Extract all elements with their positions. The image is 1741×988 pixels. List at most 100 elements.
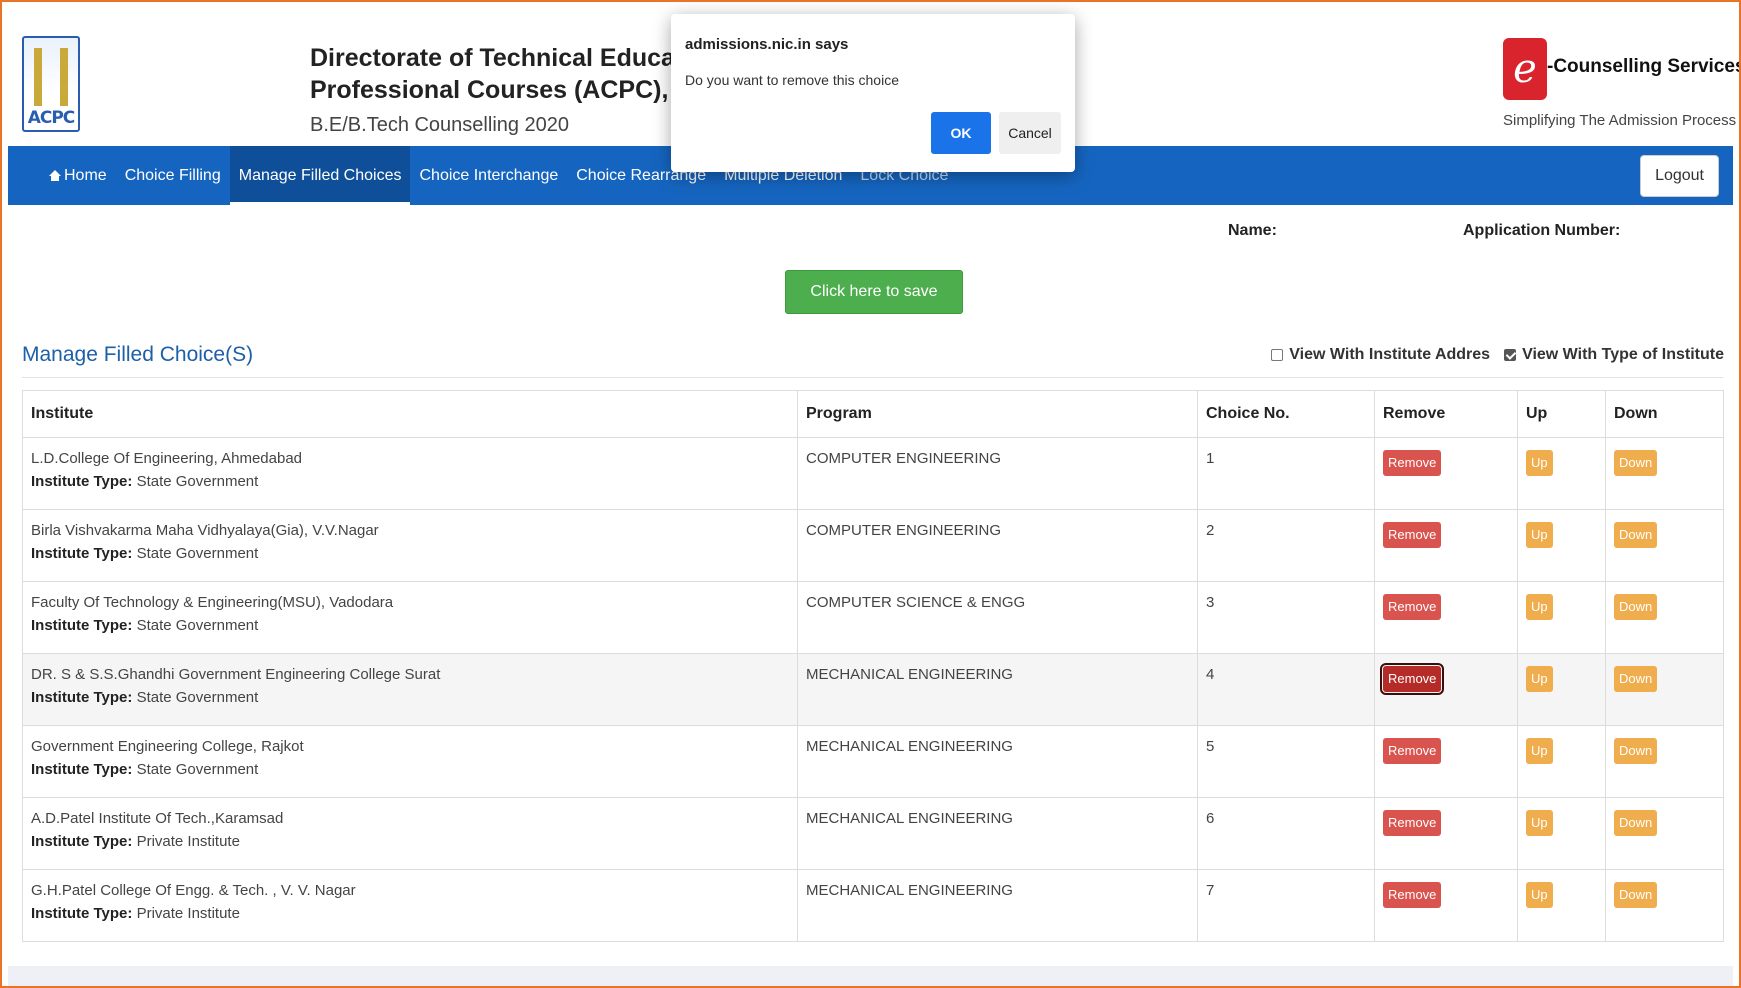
down-cell: Down	[1605, 797, 1724, 870]
view-type-option[interactable]: View With Type of Institute	[1504, 346, 1724, 364]
section-title: Manage Filled Choice(S)	[22, 343, 254, 366]
up-button[interactable]: Up	[1526, 522, 1553, 548]
view-address-option[interactable]: View With Institute Addres	[1271, 346, 1490, 364]
up-button[interactable]: Up	[1526, 666, 1553, 692]
choice-no-cell: 5	[1197, 725, 1375, 798]
institute-cell: Birla Vishvakarma Maha Vidhyalaya(Gia), …	[22, 509, 798, 582]
table-row: A.D.Patel Institute Of Tech.,Karamsad In…	[22, 797, 1724, 870]
acpc-logo: ACPC	[22, 36, 80, 132]
institute-cell: Faculty Of Technology & Engineering(MSU)…	[22, 581, 798, 654]
institute-name: Birla Vishvakarma Maha Vidhyalaya(Gia), …	[31, 522, 379, 539]
up-cell: Up	[1517, 797, 1606, 870]
institute-name: Government Engineering College, Rajkot	[31, 738, 304, 755]
institute-type-value: State Government	[136, 761, 259, 778]
view-type-checkbox[interactable]	[1504, 349, 1517, 361]
institute-name: L.D.College Of Engineering, Ahmedabad	[31, 450, 303, 467]
down-button[interactable]: Down	[1614, 810, 1658, 836]
up-cell: Up	[1517, 725, 1606, 798]
institute-type-value: State Government	[136, 617, 259, 634]
institute-type-label: Institute Type:	[31, 545, 133, 562]
institute-type-label: Institute Type:	[31, 473, 133, 490]
program-cell: MECHANICAL ENGINEERING	[797, 869, 1198, 942]
institute-type: Institute Type: State Government	[31, 473, 789, 490]
program-cell: MECHANICAL ENGINEERING	[797, 653, 1198, 726]
down-button[interactable]: Down	[1614, 594, 1658, 620]
institute-cell: A.D.Patel Institute Of Tech.,Karamsad In…	[22, 797, 798, 870]
view-address-checkbox[interactable]	[1271, 349, 1284, 361]
down-cell: Down	[1605, 437, 1724, 510]
down-cell: Down	[1605, 725, 1724, 798]
institute-name: G.H.Patel College Of Engg. & Tech. , V. …	[31, 882, 356, 899]
up-button[interactable]: Up	[1526, 594, 1553, 620]
institute-type-value: State Government	[136, 473, 259, 490]
e-logo-icon: e	[1503, 38, 1547, 100]
nav-item-choice-filling[interactable]: Choice Filling	[116, 146, 230, 205]
table-header-row: Institute Program Choice No. Remove Up D…	[22, 390, 1724, 438]
remove-cell: Remove	[1374, 437, 1518, 510]
program-cell: MECHANICAL ENGINEERING	[797, 725, 1198, 798]
save-changes-button[interactable]: Click here to save changes	[785, 270, 963, 342]
down-cell: Down	[1605, 509, 1724, 582]
table-row: Birla Vishvakarma Maha Vidhyalaya(Gia), …	[22, 509, 1724, 582]
institute-type-label: Institute Type:	[31, 617, 133, 634]
confirm-dialog: admissions.nic.in says Do you want to re…	[671, 14, 1075, 172]
table-body: L.D.College Of Engineering, Ahmedabad In…	[22, 437, 1724, 942]
institute-name: A.D.Patel Institute Of Tech.,Karamsad	[31, 810, 284, 827]
down-cell: Down	[1605, 869, 1724, 942]
remove-button[interactable]: Remove	[1383, 594, 1442, 620]
institute-type-label: Institute Type:	[31, 761, 133, 778]
logout-button[interactable]: Logout	[1640, 155, 1719, 197]
institute-type: Institute Type: State Government	[31, 689, 789, 706]
up-cell: Up	[1517, 437, 1606, 510]
choice-no-cell: 6	[1197, 797, 1375, 870]
remove-button[interactable]: Remove	[1383, 810, 1442, 836]
dialog-cancel-button[interactable]: Cancel	[999, 112, 1061, 154]
institute-type-value: Private Institute	[136, 833, 240, 850]
header-choice-no: Choice No.	[1197, 390, 1375, 438]
remove-button[interactable]: Remove	[1383, 450, 1442, 476]
header-up: Up	[1517, 390, 1606, 438]
nav-item-label: Home	[64, 167, 107, 184]
up-button[interactable]: Up	[1526, 882, 1553, 908]
remove-button[interactable]: Remove	[1383, 882, 1442, 908]
institute-type-value: Private Institute	[136, 905, 240, 922]
table-row: G.H.Patel College Of Engg. & Tech. , V. …	[22, 869, 1724, 942]
e-counselling-brand: e -Counselling Services Simplifying The …	[1503, 38, 1741, 138]
filled-choices-table: Institute Program Choice No. Remove Up D…	[22, 390, 1724, 942]
table-row: L.D.College Of Engineering, Ahmedabad In…	[22, 437, 1724, 510]
nav-item-choice-interchange[interactable]: Choice Interchange	[410, 146, 567, 205]
up-button[interactable]: Up	[1526, 450, 1553, 476]
up-button[interactable]: Up	[1526, 810, 1553, 836]
down-button[interactable]: Down	[1614, 450, 1658, 476]
view-address-label: View With Institute Addres	[1289, 346, 1491, 363]
remove-button[interactable]: Remove	[1379, 663, 1445, 695]
up-cell: Up	[1517, 509, 1606, 582]
nav-item-manage-filled-choices[interactable]: Manage Filled Choices	[229, 146, 411, 205]
down-cell: Down	[1605, 653, 1724, 726]
name-label: Name:	[1228, 222, 1277, 239]
home-icon	[49, 170, 61, 181]
header-program: Program	[797, 390, 1198, 438]
nav-item-home[interactable]: Home	[40, 146, 116, 205]
up-button[interactable]: Up	[1526, 738, 1553, 764]
down-button[interactable]: Down	[1614, 738, 1658, 764]
table-row: DR. S & S.S.Ghandhi Government Engineeri…	[22, 653, 1724, 726]
institute-type: Institute Type: State Government	[31, 617, 789, 634]
view-type-label: View With Type of Institute	[1522, 346, 1724, 363]
institute-type: Institute Type: State Government	[31, 761, 789, 778]
down-button[interactable]: Down	[1614, 522, 1658, 548]
remove-button[interactable]: Remove	[1383, 738, 1442, 764]
dialog-ok-button[interactable]: OK	[931, 112, 991, 154]
down-button[interactable]: Down	[1614, 666, 1658, 692]
view-options: View With Institute Addres View With Typ…	[1257, 346, 1724, 364]
remove-cell: Remove	[1374, 797, 1518, 870]
program-cell: COMPUTER SCIENCE & ENGG	[797, 581, 1198, 654]
program-cell: COMPUTER ENGINEERING	[797, 509, 1198, 582]
choice-no-cell: 3	[1197, 581, 1375, 654]
down-button[interactable]: Down	[1614, 882, 1658, 908]
remove-button[interactable]: Remove	[1383, 522, 1442, 548]
dialog-message: Do you want to remove this choice	[685, 72, 899, 88]
header-remove: Remove	[1374, 390, 1518, 438]
institute-cell: L.D.College Of Engineering, Ahmedabad In…	[22, 437, 798, 510]
table-row: Faculty Of Technology & Engineering(MSU)…	[22, 581, 1724, 654]
